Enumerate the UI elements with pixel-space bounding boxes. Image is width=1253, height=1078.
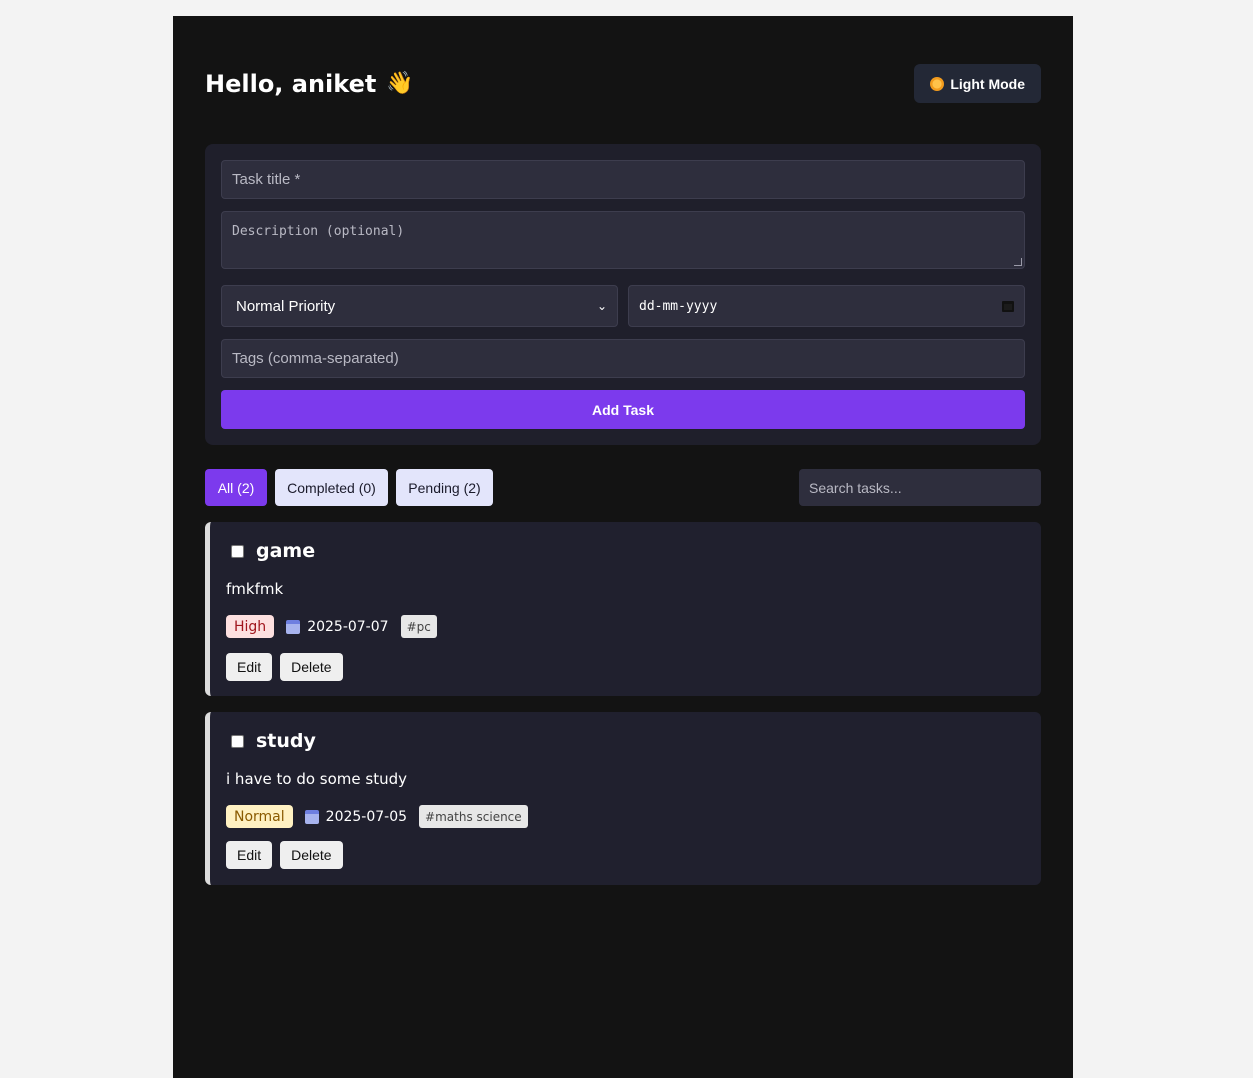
theme-toggle-button[interactable]: Light Mode bbox=[914, 64, 1041, 103]
filter-all-button[interactable]: All (2) bbox=[205, 469, 267, 506]
edit-task-button[interactable]: Edit bbox=[226, 841, 273, 869]
calendar-icon[interactable] bbox=[1002, 300, 1014, 312]
task-complete-checkbox[interactable] bbox=[231, 734, 244, 748]
task-description: i have to do some study bbox=[226, 770, 408, 788]
delete-task-button[interactable]: Delete bbox=[280, 653, 343, 681]
search-input[interactable]: Search tasks... bbox=[799, 469, 1041, 506]
task-description: fmkfmk bbox=[226, 580, 284, 598]
add-task-button[interactable]: Add Task bbox=[221, 390, 1025, 429]
priority-selected-value: Normal Priority bbox=[236, 297, 336, 315]
task-description-textarea[interactable]: Description (optional) bbox=[221, 211, 1025, 269]
task-meta: Normal 2025-07-05 #maths science bbox=[226, 805, 528, 828]
task-actions: Edit Delete bbox=[226, 653, 343, 681]
chevron-down-icon: ⌄ bbox=[596, 299, 607, 313]
task-tag: #maths science bbox=[419, 805, 528, 828]
task-card: game fmkfmk High 2025-07-07 #pc Edit Del… bbox=[205, 522, 1041, 696]
priority-select[interactable]: Normal Priority ⌄ bbox=[221, 285, 618, 327]
delete-task-button[interactable]: Delete bbox=[280, 841, 343, 869]
task-title-placeholder: Task title * bbox=[232, 171, 301, 188]
calendar-icon bbox=[304, 809, 319, 824]
due-date: 2025-07-07 bbox=[286, 618, 389, 635]
task-meta: High 2025-07-07 #pc bbox=[226, 615, 437, 638]
tags-placeholder: Tags (comma-separated) bbox=[232, 350, 399, 367]
task-header: study bbox=[231, 730, 316, 752]
filter-pending-button[interactable]: Pending (2) bbox=[396, 469, 493, 506]
priority-badge: Normal bbox=[226, 805, 293, 828]
resize-handle-icon[interactable] bbox=[1014, 258, 1022, 266]
task-card: study i have to do some study Normal 202… bbox=[205, 712, 1041, 885]
due-date: 2025-07-05 bbox=[304, 808, 408, 825]
waving-hand-icon: 👋 bbox=[386, 71, 414, 96]
tags-input[interactable]: Tags (comma-separated) bbox=[221, 339, 1025, 378]
task-actions: Edit Delete bbox=[226, 841, 343, 869]
theme-toggle-label: Light Mode bbox=[950, 75, 1025, 92]
task-title: game bbox=[256, 540, 316, 562]
calendar-icon bbox=[286, 619, 301, 634]
add-task-form: Task title * Description (optional) Norm… bbox=[205, 144, 1041, 445]
due-date-placeholder: dd-mm-yyyy bbox=[639, 298, 718, 314]
task-complete-checkbox[interactable] bbox=[231, 544, 244, 558]
filter-bar: All (2) Completed (0) Pending (2) Search… bbox=[205, 469, 1041, 506]
due-date-input[interactable]: dd-mm-yyyy bbox=[628, 285, 1025, 327]
app-container: Hello, aniket 👋 Light Mode Task title * … bbox=[173, 16, 1073, 1078]
filter-completed-button[interactable]: Completed (0) bbox=[275, 469, 388, 506]
sun-icon bbox=[930, 76, 945, 91]
task-title-input[interactable]: Task title * bbox=[221, 160, 1025, 199]
edit-task-button[interactable]: Edit bbox=[226, 653, 273, 681]
task-tag: #pc bbox=[400, 615, 437, 638]
priority-badge: High bbox=[226, 615, 275, 638]
greeting: Hello, aniket 👋 bbox=[205, 70, 414, 98]
search-placeholder: Search tasks... bbox=[809, 479, 902, 496]
due-date-text: 2025-07-05 bbox=[325, 808, 408, 825]
due-date-text: 2025-07-07 bbox=[307, 618, 389, 635]
task-title: study bbox=[256, 730, 316, 752]
greeting-text: Hello, aniket bbox=[205, 69, 377, 98]
header: Hello, aniket 👋 Light Mode bbox=[205, 64, 1041, 103]
task-header: game bbox=[231, 540, 315, 562]
task-description-placeholder: Description (optional) bbox=[232, 224, 405, 239]
